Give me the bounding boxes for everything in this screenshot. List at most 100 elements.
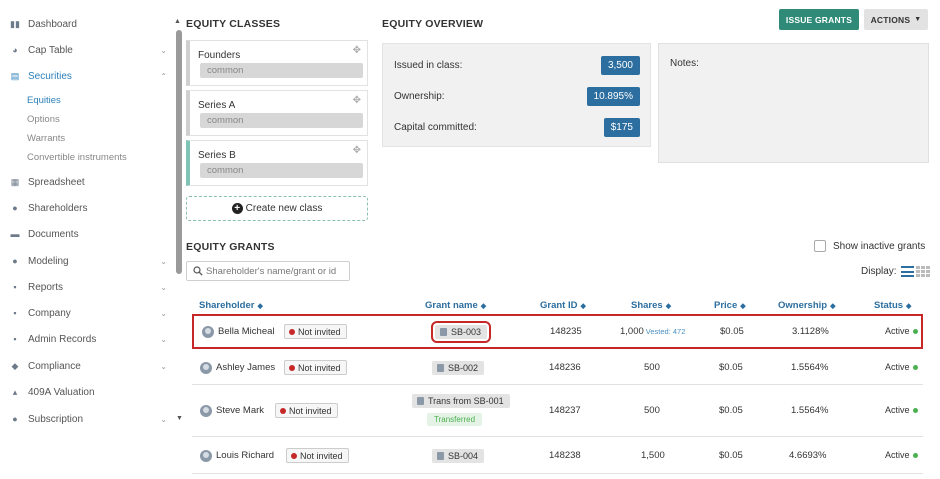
move-icon[interactable]: ✥: [353, 95, 361, 106]
grant-id: 148235: [550, 326, 582, 337]
report-icon: ▪: [13, 282, 17, 292]
chevron-down-icon: ⌄: [160, 45, 167, 55]
class-name: Founders: [198, 50, 241, 61]
notes-panel[interactable]: Notes:: [658, 43, 929, 163]
sidebar-subitem-convertible[interactable]: Convertible instruments: [27, 152, 127, 163]
col-header-price[interactable]: Price ◆: [714, 300, 746, 314]
capital-value: $175: [603, 118, 640, 137]
col-header-shares[interactable]: Shares ◆: [631, 300, 671, 314]
grant-name-tag[interactable]: SB-004: [432, 449, 485, 463]
shareholder-name[interactable]: Bella Micheal: [218, 326, 275, 337]
col-header-grant-name[interactable]: Grant name ◆: [425, 300, 486, 314]
create-class-button[interactable]: + Create new class: [186, 196, 368, 221]
scrollbar-thumb[interactable]: [176, 30, 182, 274]
folder-icon: ▬: [10, 229, 20, 239]
ownership-value: 3.1128%: [792, 326, 829, 337]
class-card-series-b[interactable]: Series B ✥ common: [186, 140, 368, 186]
sort-icon: ◆: [830, 303, 836, 310]
shareholder-name[interactable]: Ashley James: [216, 362, 275, 373]
shares-value: 500: [644, 362, 660, 373]
avatar: [200, 362, 212, 374]
certificate-icon: [437, 452, 444, 460]
price-value: $0.05: [720, 326, 744, 337]
sidebar-item-admin-records[interactable]: ▪ Admin Records ⌄: [0, 329, 175, 349]
sidebar-subitem-equities[interactable]: Equities: [27, 95, 61, 106]
ownership-value: 1.5564%: [791, 405, 829, 416]
sidebar-item-compliance[interactable]: ◆ Compliance ⌄: [0, 356, 175, 376]
list-view-icon[interactable]: [900, 266, 914, 277]
status-badge: Active: [885, 326, 918, 336]
invite-status-badge: Not invited: [284, 360, 347, 375]
price-value: $0.05: [719, 450, 743, 461]
bulb-icon: ●: [12, 256, 18, 266]
invite-status-badge: Not invited: [275, 403, 338, 418]
equity-overview-panel: Issued in class: 3,500 Ownership: 10.895…: [382, 43, 651, 147]
class-card-founders[interactable]: Founders ✥ common: [186, 40, 368, 86]
vested-note: Vested: 472: [645, 327, 686, 336]
sidebar-item-reports[interactable]: ▪ Reports ⌄: [0, 277, 175, 297]
move-icon[interactable]: ✥: [353, 145, 361, 156]
sort-icon: ◆: [665, 303, 672, 310]
col-header-grant-id[interactable]: Grant ID ◆: [540, 300, 586, 314]
class-card-series-a[interactable]: Series A ✥ common: [186, 90, 368, 136]
notes-label: Notes:: [670, 58, 699, 69]
grant-name-tag[interactable]: SB-003: [430, 321, 492, 343]
shares-value: 1,500: [641, 450, 665, 461]
sidebar-item-409a[interactable]: ▴ 409A Valuation: [0, 382, 175, 402]
valuation-icon: ▴: [12, 387, 18, 397]
show-inactive-checkbox[interactable]: [814, 240, 826, 252]
chevron-down-icon: ⌄: [160, 414, 167, 424]
table-row[interactable]: Bella Micheal Not invited SB-003 148235 …: [192, 314, 923, 349]
table-row[interactable]: Louis Richard Not invited SB-004 148238 …: [192, 437, 923, 474]
sidebar-item-documents[interactable]: ▬ Documents: [0, 224, 175, 244]
table-row[interactable]: Ashley James Not invited SB-002 148236 5…: [192, 352, 923, 385]
table-row[interactable]: Steve Mark Not invited Trans from SB-001…: [192, 385, 923, 437]
certificate-icon: [437, 364, 444, 372]
shareholder-name[interactable]: Louis Richard: [216, 450, 274, 461]
sidebar: ▮▮ Dashboard ◕ Cap Table ⌄ ▤ Securities …: [0, 0, 175, 479]
class-type: common: [200, 113, 363, 128]
sort-icon: ◆: [906, 303, 912, 310]
chevron-down-icon: ⌄: [160, 334, 167, 344]
equity-overview-title: EQUITY OVERVIEW: [382, 18, 484, 30]
chevron-down-icon: ⌄: [160, 361, 167, 371]
col-header-shareholder[interactable]: Shareholder ◆: [199, 300, 263, 314]
grant-name-tag[interactable]: Trans from SB-001: [412, 394, 510, 408]
issue-grants-button[interactable]: ISSUE GRANTS: [779, 9, 859, 30]
sidebar-item-subscription[interactable]: ● Subscription ⌄: [0, 409, 175, 429]
ownership-value: 4.6693%: [789, 450, 827, 461]
building-icon: ▪: [13, 308, 17, 318]
caret-down-icon: ▼: [914, 16, 922, 23]
scroll-up-arrow[interactable]: ▲: [174, 18, 181, 25]
scroll-down-arrow[interactable]: ▼: [176, 415, 183, 422]
price-value: $0.05: [719, 362, 743, 373]
col-header-ownership[interactable]: Ownership ◆: [778, 300, 835, 314]
equity-grants-title: EQUITY GRANTS: [186, 241, 275, 253]
green-dot-icon: [912, 364, 918, 370]
sidebar-subitem-options[interactable]: Options: [27, 114, 60, 125]
grant-name-tag[interactable]: SB-002: [432, 361, 485, 375]
search-field[interactable]: [186, 261, 350, 281]
move-icon[interactable]: ✥: [353, 45, 361, 56]
shareholder-name[interactable]: Steve Mark: [216, 405, 264, 416]
display-switcher: Display:: [861, 266, 930, 277]
sidebar-item-dashboard[interactable]: ▮▮ Dashboard: [0, 14, 175, 34]
grant-id: 148238: [549, 450, 581, 461]
show-inactive-toggle[interactable]: Show inactive grants: [814, 240, 925, 252]
issued-label: Issued in class:: [394, 60, 463, 71]
sidebar-item-cap-table[interactable]: ◕ Cap Table ⌄: [0, 40, 175, 60]
sidebar-item-company[interactable]: ▪ Company ⌄: [0, 303, 175, 323]
sidebar-subitem-warrants[interactable]: Warrants: [27, 133, 65, 144]
price-value: $0.05: [719, 405, 743, 416]
search-input[interactable]: [206, 263, 346, 279]
shield-icon: ◆: [11, 361, 19, 371]
sort-icon: ◆: [580, 303, 586, 310]
col-header-status[interactable]: Status ◆: [874, 300, 911, 314]
actions-dropdown[interactable]: ACTIONS ▼: [864, 9, 928, 30]
sidebar-item-spreadsheet[interactable]: ▦ Spreadsheet: [0, 172, 175, 192]
sidebar-item-shareholders[interactable]: ● Shareholders: [0, 198, 175, 218]
sidebar-item-securities[interactable]: ▤ Securities ⌃: [0, 66, 175, 86]
status-badge: Active: [885, 450, 918, 460]
sidebar-item-modeling[interactable]: ● Modeling ⌄: [0, 251, 175, 271]
grid-view-icon[interactable]: [915, 266, 930, 277]
